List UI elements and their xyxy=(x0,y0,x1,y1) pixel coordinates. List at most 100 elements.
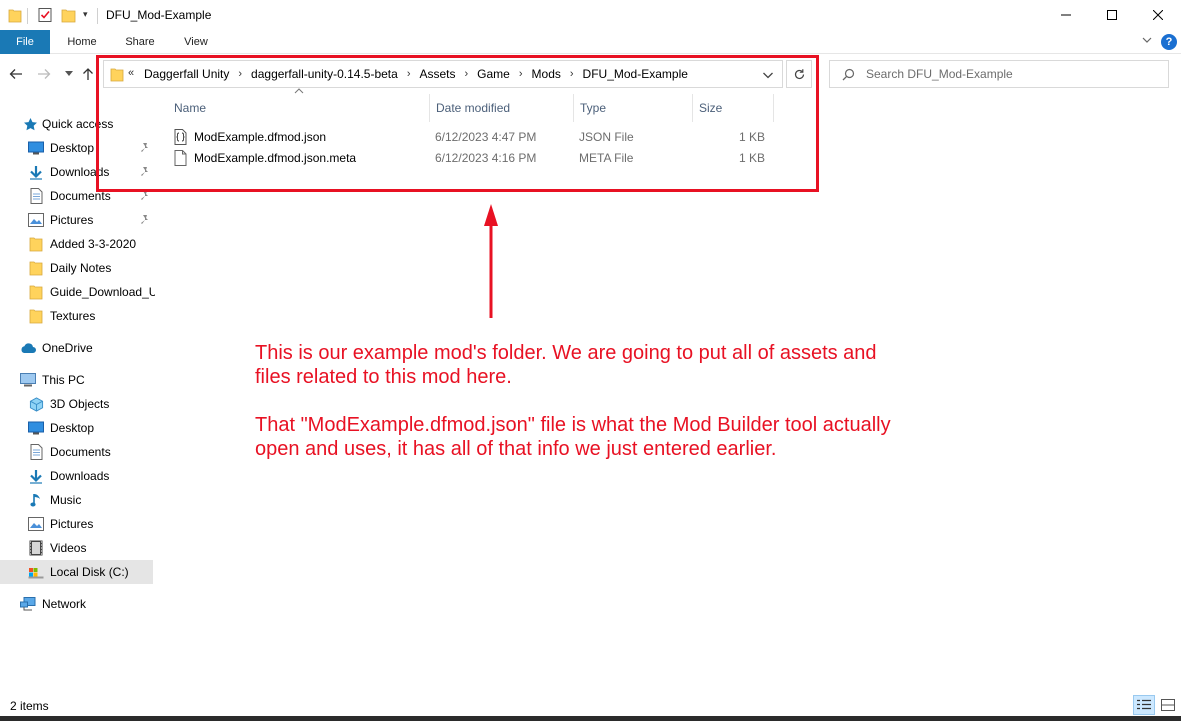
sidebar-item-label: Videos xyxy=(50,541,87,555)
breadcrumb-chevron-icon[interactable]: › xyxy=(398,68,420,80)
column-header-type[interactable]: Type xyxy=(573,94,693,122)
sidebar-item-daily-notes[interactable]: Daily Notes xyxy=(0,256,155,280)
breadcrumb-item[interactable]: Daggerfall Unity xyxy=(144,67,229,81)
sidebar-item-label: Textures xyxy=(50,309,96,323)
folder-icon xyxy=(28,284,44,300)
sidebar-item-onedrive[interactable]: OneDrive xyxy=(0,336,155,360)
breadcrumb-chevron-icon[interactable]: › xyxy=(561,68,583,80)
recent-locations-button[interactable] xyxy=(63,66,75,82)
up-button[interactable] xyxy=(80,66,96,82)
breadcrumb-item[interactable]: daggerfall-unity-0.14.5-beta xyxy=(251,67,398,81)
address-bar[interactable]: « Daggerfall Unity › daggerfall-unity-0.… xyxy=(103,60,783,88)
sidebar-item-videos[interactable]: Videos xyxy=(0,536,155,560)
tab-share[interactable]: Share xyxy=(114,30,166,54)
star-icon xyxy=(22,116,38,132)
document-icon xyxy=(28,188,44,204)
minimize-button[interactable] xyxy=(1043,0,1089,30)
title-separator xyxy=(27,8,28,24)
tab-file[interactable]: File xyxy=(0,30,50,54)
desktop-icon xyxy=(28,420,44,436)
title-separator xyxy=(97,8,98,24)
new-folder-icon[interactable] xyxy=(61,7,76,26)
expand-ribbon-icon[interactable] xyxy=(1141,34,1153,49)
video-icon xyxy=(28,540,44,556)
quick-access-menu-icon[interactable]: ▾ xyxy=(83,9,88,20)
forward-button[interactable] xyxy=(36,66,52,82)
sidebar-item-guide-download[interactable]: Guide_Download_U xyxy=(0,280,155,304)
breadcrumb-item[interactable]: Game xyxy=(477,67,510,81)
annotation-arrow-icon xyxy=(484,204,498,318)
details-view-icon xyxy=(1137,699,1151,710)
search-box xyxy=(829,60,1169,88)
sidebar-item-label: Downloads xyxy=(50,165,110,179)
chevron-down-icon xyxy=(763,72,773,79)
forward-arrow-icon xyxy=(38,69,51,79)
tab-home[interactable]: Home xyxy=(56,30,108,54)
sidebar-item-documents[interactable]: Documents xyxy=(0,440,155,464)
file-size: 1 KB xyxy=(738,130,765,144)
column-header-date-modified[interactable]: Date modified xyxy=(429,94,573,122)
sidebar-item-label: Local Disk (C:) xyxy=(50,565,129,579)
sidebar-item-downloads[interactable]: Downloads xyxy=(0,464,155,488)
sidebar-item-documents[interactable]: Documents xyxy=(0,184,155,208)
minimize-icon xyxy=(1061,14,1071,16)
file-size: 1 KB xyxy=(738,151,765,165)
cloud-icon xyxy=(20,340,36,356)
sidebar-item-label: Added 3-3-2020 xyxy=(50,237,137,251)
sidebar-item-downloads[interactable]: Downloads xyxy=(0,160,155,184)
large-icons-view-button[interactable] xyxy=(1158,695,1178,715)
sidebar-item-desktop[interactable]: Desktop xyxy=(0,136,155,160)
file-type: META File xyxy=(579,151,634,165)
properties-icon[interactable] xyxy=(38,7,53,26)
search-input[interactable] xyxy=(866,63,1162,85)
drive-icon xyxy=(28,564,44,580)
sidebar-item-pictures[interactable]: Pictures xyxy=(0,208,155,232)
details-view-button[interactable] xyxy=(1133,695,1155,715)
breadcrumb-chevron-icon[interactable]: › xyxy=(456,68,478,80)
annotation-line: files related to this mod here. xyxy=(255,366,512,388)
sidebar-item-desktop[interactable]: Desktop xyxy=(0,416,155,440)
network-icon xyxy=(20,596,36,612)
sidebar-item-3d-objects[interactable]: 3D Objects xyxy=(0,392,155,416)
column-header-name[interactable]: Name xyxy=(168,94,428,122)
sidebar-item-local-disk[interactable]: Local Disk (C:) xyxy=(0,560,153,584)
breadcrumb-item[interactable]: DFU_Mod-Example xyxy=(583,67,688,81)
breadcrumb-overflow[interactable]: « xyxy=(128,67,134,79)
sidebar-item-label: 3D Objects xyxy=(50,397,110,411)
refresh-button[interactable] xyxy=(786,60,812,88)
pin-icon xyxy=(139,142,149,156)
breadcrumb-chevron-icon[interactable]: › xyxy=(229,68,251,80)
sidebar-item-textures[interactable]: Textures xyxy=(0,304,155,328)
sidebar-item-network[interactable]: Network xyxy=(0,592,155,616)
navigation-bar: « Daggerfall Unity › daggerfall-unity-0.… xyxy=(0,54,1181,94)
sidebar-item-music[interactable]: Music xyxy=(0,488,155,512)
navigation-pane: Quick access Desktop Downloads Documents… xyxy=(0,94,155,694)
column-header-size[interactable]: Size xyxy=(692,94,774,122)
address-dropdown-button[interactable] xyxy=(762,69,774,83)
breadcrumb-item[interactable]: Mods xyxy=(532,67,561,81)
sidebar-item-label: Documents xyxy=(50,445,111,459)
refresh-icon xyxy=(794,68,804,79)
file-type: JSON File xyxy=(579,130,634,144)
back-button[interactable] xyxy=(8,66,24,82)
sidebar-item-pictures[interactable]: Pictures xyxy=(0,512,155,536)
breadcrumb-chevron-icon[interactable]: › xyxy=(510,68,532,80)
file-icon xyxy=(174,150,187,169)
sidebar-item-this-pc[interactable]: This PC xyxy=(0,368,155,392)
sidebar-item-label: Documents xyxy=(50,189,111,203)
annotation-gap xyxy=(255,389,975,413)
sidebar-item-quick-access[interactable]: Quick access xyxy=(0,112,155,136)
folder-icon xyxy=(28,236,44,252)
breadcrumb-item[interactable]: Assets xyxy=(419,67,455,81)
file-name: ModExample.dfmod.json.meta xyxy=(194,151,357,165)
maximize-button[interactable] xyxy=(1089,0,1135,30)
tab-view[interactable]: View xyxy=(172,30,220,54)
column-divider xyxy=(773,94,774,122)
close-button[interactable] xyxy=(1135,0,1181,30)
download-icon xyxy=(28,468,44,484)
file-row[interactable]: ModExample.dfmod.json.meta 6/12/2023 4:1… xyxy=(168,148,775,169)
help-button[interactable]: ? xyxy=(1161,34,1177,50)
pictures-icon xyxy=(28,516,44,532)
file-row[interactable]: ModExample.dfmod.json 6/12/2023 4:47 PM … xyxy=(168,127,775,148)
sidebar-item-added-3-3-2020[interactable]: Added 3-3-2020 xyxy=(0,232,155,256)
